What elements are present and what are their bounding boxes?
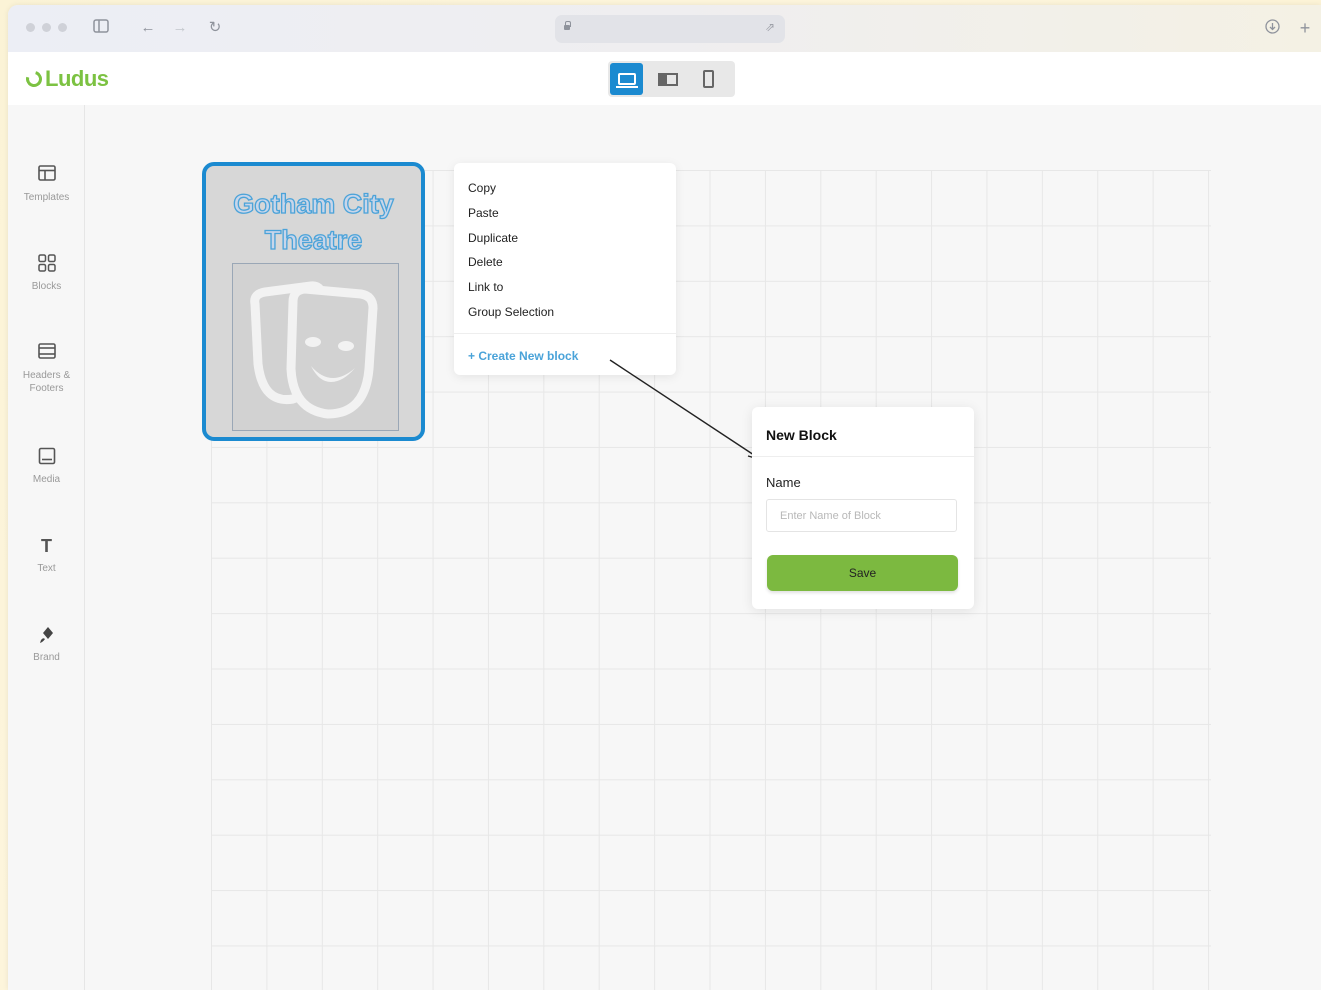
share-icon[interactable]: ⇗ <box>765 20 775 34</box>
menu-item-paste[interactable]: Paste <box>468 206 499 220</box>
app-header: Ludus <box>8 52 1321 105</box>
logo-mark-icon <box>23 68 45 90</box>
headers-footers-icon <box>37 343 57 363</box>
context-menu: Copy Paste Duplicate Delete Link to Grou… <box>454 163 676 375</box>
sidebar-item-headers-footers[interactable]: Headers & Footers <box>8 343 85 395</box>
name-field-label: Name <box>766 475 801 490</box>
save-button[interactable]: Save <box>767 555 958 591</box>
forward-icon[interactable]: → <box>171 19 189 37</box>
blocks-icon <box>37 254 57 274</box>
menu-item-delete[interactable]: Delete <box>468 255 503 269</box>
device-preview-toggle <box>608 61 735 97</box>
new-block-dialog: New Block Name Save <box>752 407 974 609</box>
browser-toolbar: ← → ↻ ⇗ + <box>8 5 1321 52</box>
poster-image[interactable] <box>232 263 399 431</box>
brand-icon <box>37 625 57 645</box>
minimize-window-button[interactable] <box>42 23 51 32</box>
menu-item-link-to[interactable]: Link to <box>468 280 503 294</box>
app-logo[interactable]: Ludus <box>23 66 109 92</box>
poster-block[interactable]: Gotham City Theatre <box>202 162 425 441</box>
media-icon <box>37 447 57 467</box>
download-icon[interactable] <box>1263 19 1281 37</box>
sidebar-item-text[interactable]: T Text <box>8 536 85 575</box>
desktop-view-button[interactable] <box>610 63 643 95</box>
text-icon: T <box>41 536 52 556</box>
block-name-input[interactable] <box>766 499 957 532</box>
sidebar-item-brand[interactable]: Brand <box>8 625 85 664</box>
menu-item-duplicate[interactable]: Duplicate <box>468 231 518 245</box>
sidebar-icon[interactable] <box>92 19 110 37</box>
new-tab-icon[interactable]: + <box>1296 19 1314 37</box>
reload-icon[interactable]: ↻ <box>206 19 224 37</box>
laptop-icon <box>615 73 638 88</box>
templates-icon <box>37 165 57 185</box>
sidebar-item-templates[interactable]: Templates <box>8 165 85 204</box>
phone-icon <box>703 70 714 88</box>
menu-item-group-selection[interactable]: Group Selection <box>468 305 554 319</box>
dialog-title: New Block <box>766 427 837 443</box>
window-controls <box>26 23 67 32</box>
left-sidebar: Templates Blocks Headers & Footers Media… <box>8 105 85 990</box>
split-view-icon <box>657 72 678 86</box>
lock-icon <box>563 21 571 31</box>
browser-window: ← → ↻ ⇗ + Ludus Templates Blocks Headers… <box>8 5 1321 990</box>
back-icon[interactable]: ← <box>139 19 157 37</box>
tablet-view-button[interactable] <box>651 63 684 95</box>
sidebar-item-media[interactable]: Media <box>8 447 85 486</box>
menu-item-copy[interactable]: Copy <box>468 181 496 195</box>
dialog-divider <box>752 456 974 457</box>
create-new-block-link[interactable]: + Create New block <box>468 349 578 363</box>
mobile-view-button[interactable] <box>692 63 725 95</box>
sidebar-item-blocks[interactable]: Blocks <box>8 254 85 293</box>
address-bar[interactable]: ⇗ <box>555 15 785 43</box>
menu-divider <box>454 333 676 334</box>
close-window-button[interactable] <box>26 23 35 32</box>
poster-title: Gotham City Theatre <box>233 188 395 255</box>
maximize-window-button[interactable] <box>58 23 67 32</box>
theatre-masks-icon <box>250 281 378 419</box>
app-name: Ludus <box>45 66 109 91</box>
